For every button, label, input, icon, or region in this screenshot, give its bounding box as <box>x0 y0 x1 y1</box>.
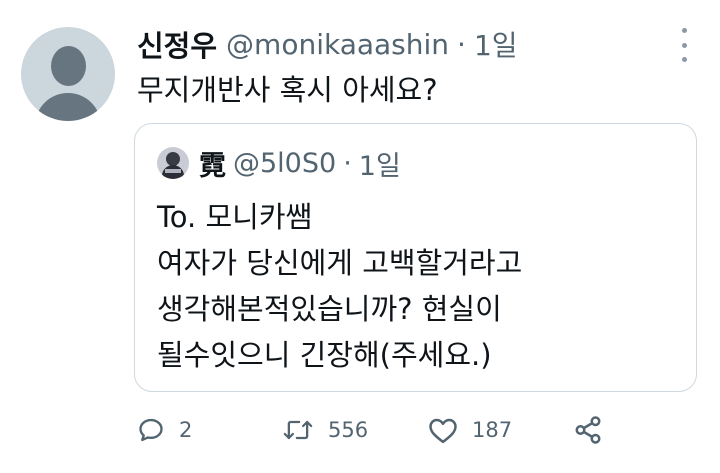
quoted-avatar <box>157 147 189 179</box>
retweet-icon <box>282 416 314 444</box>
more-vertical-icon[interactable] <box>674 28 694 62</box>
display-name[interactable]: 신정우 <box>137 23 217 65</box>
quoted-text-line: 여자가 당신에게 고백할거라고 <box>157 246 523 280</box>
avatar[interactable] <box>21 27 115 121</box>
tweet-text: 무지개반사 혹시 아세요? <box>137 73 438 107</box>
user-handle[interactable]: @monikaaashin <box>226 28 449 61</box>
quoted-text-line: To. 모니카쌤 <box>157 200 313 234</box>
avatar-silhouette-body <box>35 93 101 121</box>
quoted-tweet-text: To. 모니카쌤 여자가 당신에게 고백할거라고 생각해본적있습니까? 현실이 … <box>157 194 522 378</box>
tweet-actions: 2 556 187 <box>0 410 720 450</box>
timestamp[interactable]: 1일 <box>474 24 518 64</box>
like-count: 187 <box>472 418 513 442</box>
quoted-tweet-header: 霓 @5l0S0 · 1일 <box>157 144 401 182</box>
share-icon <box>573 415 603 445</box>
quoted-tweet[interactable]: 霓 @5l0S0 · 1일 To. 모니카쌤 여자가 당신에게 고백할거라고 생… <box>134 123 697 392</box>
more-dot <box>681 57 687 62</box>
share-button[interactable] <box>573 410 603 450</box>
heart-icon <box>428 416 458 444</box>
quoted-text-line: 될수잇으니 긴장해(주세요.) <box>157 338 492 372</box>
more-dot <box>681 28 687 33</box>
quoted-text-line: 생각해본적있습니까? 현실이 <box>157 292 502 326</box>
reply-icon <box>137 416 165 444</box>
quoted-timestamp: 1일 <box>358 150 401 182</box>
retweet-count: 556 <box>328 418 369 442</box>
quoted-user-handle: @5l0S0 <box>233 147 337 179</box>
like-button[interactable]: 187 <box>428 410 512 450</box>
reply-count: 2 <box>179 418 193 442</box>
quoted-avatar-head <box>166 152 180 166</box>
more-dot <box>681 42 687 48</box>
quoted-avatar-stripe <box>165 169 181 173</box>
tweet-header: 신정우 @monikaaashin · 1일 <box>137 22 518 66</box>
reply-button[interactable]: 2 <box>137 410 192 450</box>
quoted-separator-dot: · <box>343 147 352 179</box>
retweet-button[interactable]: 556 <box>282 410 368 450</box>
quoted-display-name: 霓 <box>199 150 226 182</box>
separator-dot: · <box>457 27 466 61</box>
avatar-silhouette-head <box>51 46 86 86</box>
